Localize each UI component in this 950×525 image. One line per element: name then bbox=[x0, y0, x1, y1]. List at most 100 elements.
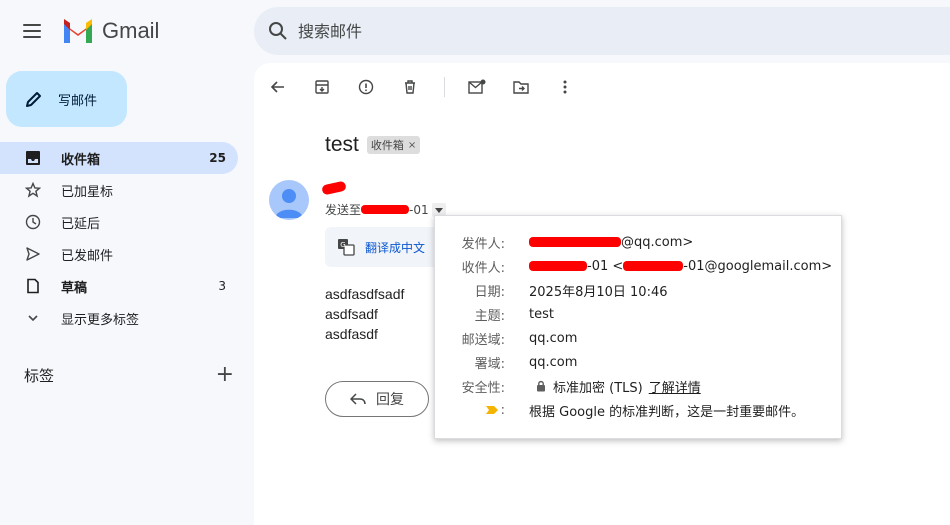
detail-key: 安全性: bbox=[461, 380, 505, 396]
security-value: 标准加密 (TLS) bbox=[553, 380, 643, 396]
body-line: asdfsadf bbox=[325, 306, 378, 322]
importance-marker-icon bbox=[485, 406, 498, 414]
email-subject-row: test 收件箱 × bbox=[325, 133, 421, 157]
detail-key: 邮送域: bbox=[461, 332, 505, 348]
sidebar-item-label: 显示更多标签 bbox=[61, 312, 140, 328]
detail-row-to: 收件人: -01 < -01@googlemail.com> bbox=[435, 256, 843, 276]
detail-row-mailed-by: 邮送域: qq.com bbox=[435, 328, 843, 348]
sidebar-item-more[interactable]: 显示更多标签 bbox=[0, 302, 238, 334]
email-subject: test bbox=[325, 133, 359, 156]
labels-heading: 标签 + bbox=[24, 364, 234, 386]
back-arrow-icon[interactable] bbox=[268, 77, 288, 97]
svg-text:G: G bbox=[340, 241, 345, 249]
sidebar-item-label: 已加星标 bbox=[61, 184, 114, 200]
more-options-icon[interactable] bbox=[555, 77, 575, 97]
importance-value: 根据 Google 的标准判断，这是一封重要邮件。 bbox=[529, 404, 805, 420]
detail-key: 发件人: bbox=[461, 236, 505, 252]
gmail-logo[interactable]: Gmail bbox=[62, 18, 159, 44]
draft-icon bbox=[24, 277, 42, 295]
toolbar-divider bbox=[444, 77, 445, 97]
redacted-recipient-address bbox=[623, 261, 684, 271]
detail-key: : bbox=[435, 403, 505, 418]
subject-value: test bbox=[529, 306, 554, 322]
report-spam-icon[interactable] bbox=[356, 77, 376, 97]
body-line: asdfasdf bbox=[325, 326, 378, 342]
redacted-recipient bbox=[361, 205, 410, 214]
translate-icon: G bbox=[338, 239, 355, 256]
inbox-icon bbox=[24, 149, 42, 167]
archive-icon[interactable] bbox=[312, 77, 332, 97]
remove-label-icon[interactable]: × bbox=[408, 140, 416, 151]
detail-key: 主题: bbox=[474, 308, 505, 324]
translate-button[interactable]: G 翻译成中文 bbox=[325, 227, 445, 267]
sidebar-item-label: 已发邮件 bbox=[61, 248, 114, 264]
signed-by-value: qq.com bbox=[529, 354, 578, 370]
detail-value: 标准加密 (TLS) 了解详情 bbox=[529, 377, 701, 396]
body-line: asdfasdfsadf bbox=[325, 286, 405, 302]
detail-row-subject: 主题: test bbox=[435, 304, 843, 324]
sidebar-item-label: 收件箱 bbox=[61, 152, 101, 168]
to-value-b: -01@googlemail.com> bbox=[683, 258, 833, 274]
move-to-icon[interactable] bbox=[511, 77, 531, 97]
clock-icon bbox=[24, 213, 42, 231]
to-prefix: 发送至 bbox=[325, 203, 362, 217]
sidebar-item-drafts[interactable]: 草稿 3 bbox=[0, 270, 238, 302]
reply-icon bbox=[350, 393, 366, 405]
detail-value: @qq.com> bbox=[529, 235, 693, 250]
redacted-sender-address bbox=[529, 237, 621, 247]
person-icon bbox=[275, 189, 303, 218]
app-name: Gmail bbox=[102, 18, 160, 43]
date-value: 2025年8月10日 10:46 bbox=[529, 284, 668, 300]
importance-key: : bbox=[500, 402, 505, 418]
sidebar-nav: 收件箱 25 已加星标 已延后 已发邮件 草稿 3 显示更多标签 bbox=[0, 142, 238, 334]
redacted-recipient-name bbox=[529, 261, 587, 271]
detail-key: 收件人: bbox=[461, 260, 505, 276]
draft-count: 3 bbox=[218, 279, 226, 293]
sidebar-item-label: 草稿 bbox=[61, 280, 88, 296]
detail-row-signed-by: 署域: qq.com bbox=[435, 352, 843, 372]
unread-count: 25 bbox=[209, 151, 226, 165]
learn-more-link[interactable]: 了解详情 bbox=[649, 377, 701, 396]
detail-key: 日期: bbox=[474, 284, 505, 300]
compose-label: 写邮件 bbox=[58, 93, 98, 109]
sidebar-item-inbox[interactable]: 收件箱 25 bbox=[0, 142, 238, 174]
recipient-line: 发送至 -01 bbox=[325, 201, 446, 218]
compose-button[interactable]: 写邮件 bbox=[6, 71, 127, 127]
sidebar-item-sent[interactable]: 已发邮件 bbox=[0, 238, 238, 270]
main-menu-icon[interactable] bbox=[18, 16, 48, 46]
lock-icon bbox=[537, 380, 545, 392]
delete-icon[interactable] bbox=[400, 77, 420, 97]
detail-key: 署域: bbox=[474, 356, 505, 372]
to-suffix: -01 bbox=[409, 202, 429, 217]
star-icon bbox=[24, 181, 42, 199]
to-value-a: -01 < bbox=[587, 258, 624, 274]
sidebar-item-label: 已延后 bbox=[61, 216, 101, 232]
from-value: @qq.com> bbox=[621, 234, 694, 250]
message-toolbar bbox=[268, 75, 599, 99]
search-icon[interactable] bbox=[268, 21, 288, 41]
detail-value: -01 < -01@googlemail.com> bbox=[529, 259, 832, 274]
pencil-icon bbox=[26, 92, 41, 107]
sender-avatar[interactable] bbox=[269, 180, 309, 220]
gmail-logo-icon bbox=[64, 19, 92, 43]
sidebar-item-starred[interactable]: 已加星标 bbox=[0, 174, 238, 206]
mark-unread-icon[interactable] bbox=[467, 77, 487, 97]
search-input[interactable] bbox=[298, 21, 898, 41]
label-chip-text: 收件箱 bbox=[370, 139, 404, 152]
mailed-by-value: qq.com bbox=[529, 330, 578, 346]
search-bar[interactable] bbox=[254, 7, 950, 55]
reply-button[interactable]: 回复 bbox=[325, 381, 429, 417]
chevron-down-icon bbox=[24, 309, 42, 327]
detail-row-from: 发件人: @qq.com> bbox=[435, 232, 843, 252]
top-bar: Gmail bbox=[0, 0, 950, 62]
reply-label: 回复 bbox=[376, 392, 404, 408]
inbox-label-chip: 收件箱 × bbox=[366, 136, 421, 154]
add-label-icon[interactable]: + bbox=[216, 364, 234, 386]
message-details-popup: 发件人: @qq.com> 收件人: -01 < -01@googlemail.… bbox=[434, 215, 842, 439]
redacted-sender-name bbox=[321, 180, 347, 196]
detail-row-importance: : 根据 Google 的标准判断，这是一封重要邮件。 bbox=[435, 400, 843, 420]
translate-label: 翻译成中文 bbox=[365, 240, 426, 255]
detail-row-security: 安全性: 标准加密 (TLS) 了解详情 bbox=[435, 376, 843, 396]
sidebar-item-snoozed[interactable]: 已延后 bbox=[0, 206, 238, 238]
detail-row-date: 日期: 2025年8月10日 10:46 bbox=[435, 280, 843, 300]
